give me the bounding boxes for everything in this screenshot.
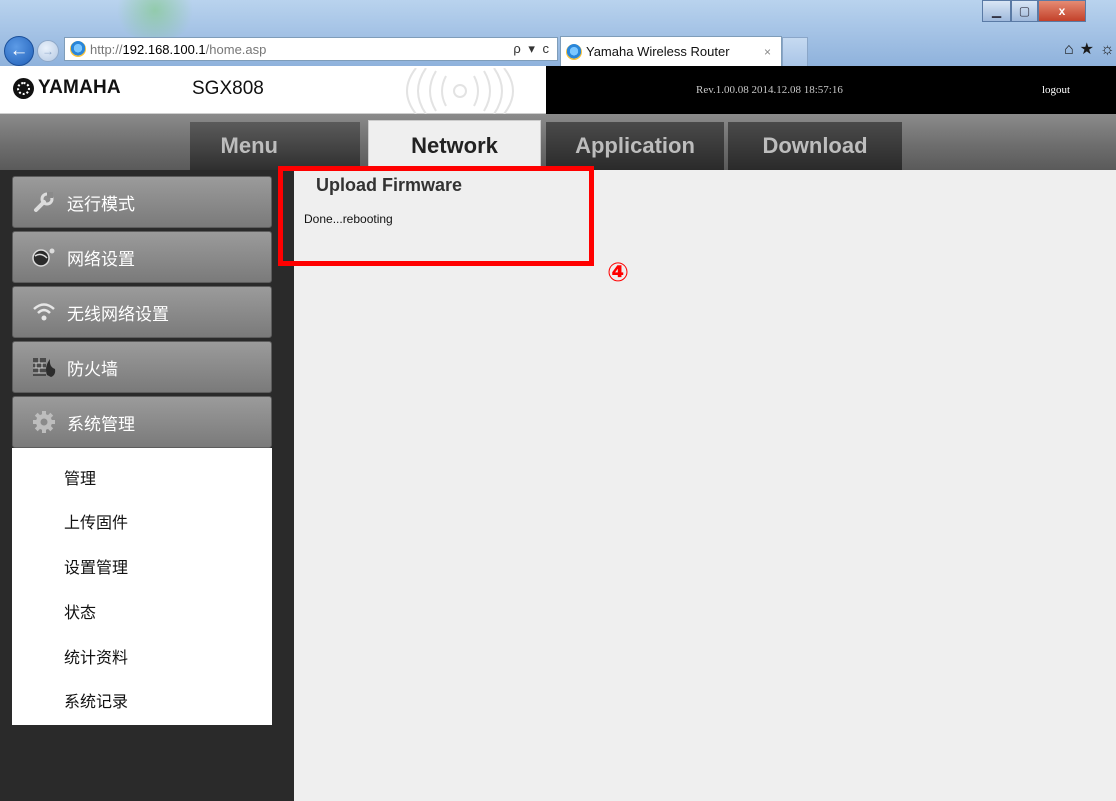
home-favorites-settings-icons[interactable]: ⌂★☼ — [1064, 39, 1116, 59]
annotation-step-number: ④ — [607, 258, 630, 288]
sidebar-item-label: 无线网络设置 — [67, 304, 169, 325]
wave-watermark-icon — [406, 68, 514, 114]
sidebar-item-system-management[interactable]: 系统管理 — [12, 396, 272, 448]
tab-title: Yamaha Wireless Router — [586, 44, 730, 59]
tuning-fork-emblem-icon — [13, 77, 34, 99]
url-host: 192.168.100.1 — [122, 41, 206, 57]
submenu-item-upload-firmware[interactable]: 上传固件 — [64, 509, 128, 533]
url-prefix: http:// — [90, 41, 123, 57]
brand-name: YAMAHA — [38, 77, 121, 98]
browser-tab[interactable]: Yamaha Wireless Router × — [560, 36, 782, 66]
forward-button[interactable]: → — [37, 40, 59, 62]
search-refresh-icons[interactable]: ρ ▾ c — [513, 41, 557, 57]
submenu-item-status[interactable]: 状态 — [64, 599, 96, 623]
maximize-button[interactable]: ▢ — [1011, 0, 1038, 22]
window-controls: ▁ ▢ x — [982, 0, 1086, 22]
sidebar-item-firewall[interactable]: 防火墙 — [12, 341, 272, 393]
info-bar: Rev.1.00.08 2014.12.08 18:57:16 logout — [546, 66, 1116, 114]
sidebar-item-network-settings[interactable]: 网络设置 — [12, 231, 272, 283]
logout-link[interactable]: logout — [1042, 84, 1070, 96]
tab-network[interactable]: Network — [368, 120, 541, 170]
wifi-icon — [29, 297, 59, 327]
submenu-item-statistics[interactable]: 统计资料 — [64, 644, 128, 668]
sidebar-item-label: 运行模式 — [67, 194, 135, 215]
back-button[interactable]: ← — [4, 36, 34, 66]
gear-icon — [29, 407, 59, 437]
arrow-left-icon: ← — [9, 40, 29, 61]
sidebar-item-label: 网络设置 — [67, 249, 135, 270]
wrench-icon — [29, 187, 59, 217]
sidebar-item-wireless-settings[interactable]: 无线网络设置 — [12, 286, 272, 338]
system-management-submenu: 管理 上传固件 设置管理 状态 统计资料 系统记录 — [12, 448, 272, 725]
url-path: /home.asp — [205, 41, 267, 57]
arrow-right-icon: → — [42, 44, 54, 58]
submenu-item-system-log[interactable]: 系统记录 — [64, 688, 128, 712]
yamaha-logo: YAMAHA — [13, 77, 121, 99]
sidebar-item-label: 系统管理 — [67, 414, 135, 435]
sidebar-item-label: 防火墙 — [67, 359, 118, 380]
close-window-button[interactable]: x — [1038, 0, 1086, 22]
submenu-item-settings-management[interactable]: 设置管理 — [64, 554, 128, 578]
model-name: SGX808 — [192, 78, 264, 99]
address-bar[interactable]: http:// 192.168.100.1 /home.asp ρ ▾ c — [64, 37, 558, 61]
tab-application[interactable]: Application — [546, 122, 724, 170]
tab-download[interactable]: Download — [728, 122, 902, 170]
submenu-item-admin[interactable]: 管理 — [64, 465, 96, 489]
ie-page-icon — [70, 41, 86, 57]
firmware-revision: Rev.1.00.08 2014.12.08 18:57:16 — [696, 84, 843, 96]
browser-chrome: ← → http:// 192.168.100.1 /home.asp ρ ▾ … — [0, 0, 1116, 66]
tab-close-icon[interactable]: × — [764, 45, 771, 59]
page-header: YAMAHA SGX808 Rev.1.00.08 2014.12.08 18:… — [0, 66, 1116, 114]
annotation-highlight-box — [278, 166, 594, 266]
tab-menu[interactable]: Menu — [190, 122, 360, 170]
globe-icon — [29, 242, 59, 272]
sidebar-item-operation-mode[interactable]: 运行模式 — [12, 176, 272, 228]
ie-page-icon — [566, 43, 582, 60]
minimize-button[interactable]: ▁ — [982, 0, 1011, 22]
brand-area: YAMAHA SGX808 — [0, 66, 546, 114]
firewall-icon — [29, 352, 59, 382]
sidebar: 运行模式 网络设置 无线网络设置 防火墙 系统管理 管理 上传固件 设置管理 状… — [0, 170, 294, 801]
new-tab-button[interactable] — [782, 37, 808, 66]
top-navigation: Menu Network Application Download — [0, 114, 1116, 170]
